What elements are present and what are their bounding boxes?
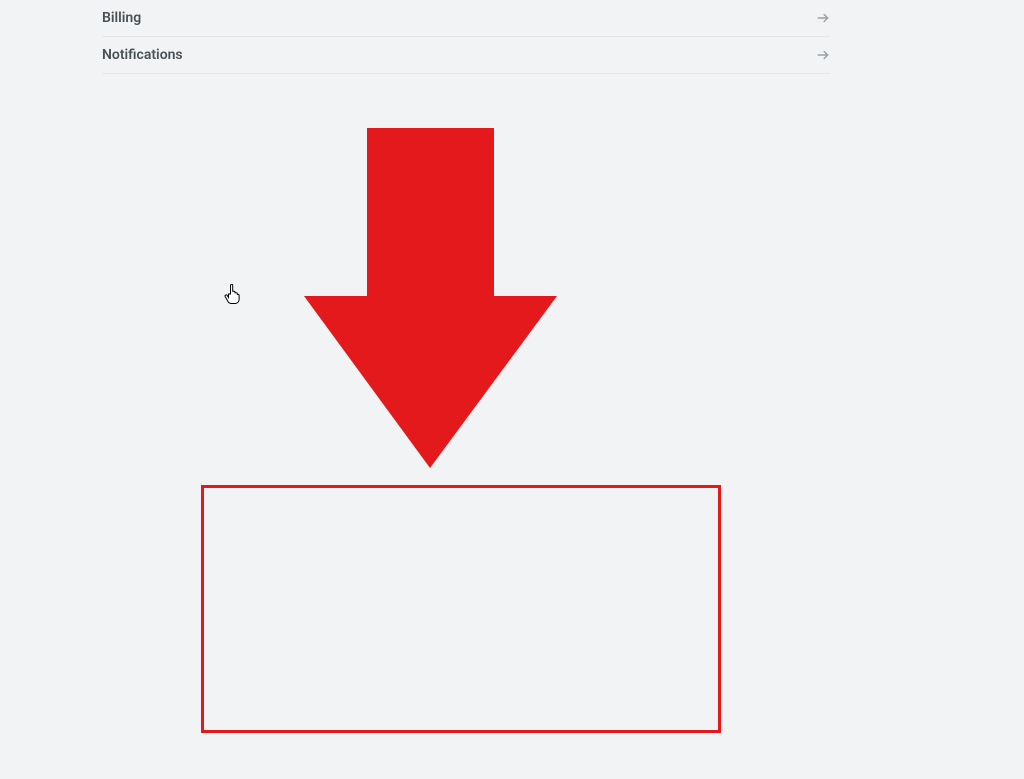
annotation-highlight-box xyxy=(201,485,721,733)
settings-row-notifications[interactable]: Notifications xyxy=(102,36,830,74)
pointer-cursor-icon xyxy=(224,284,240,308)
settings-label: Billing xyxy=(102,10,141,26)
settings-list: Billing Notifications xyxy=(102,0,830,74)
settings-label: Notifications xyxy=(102,47,183,63)
chevron-right-icon xyxy=(816,48,830,62)
chevron-right-icon xyxy=(816,11,830,25)
settings-row-billing[interactable]: Billing xyxy=(102,0,830,37)
annotation-arrow-down-icon xyxy=(304,128,557,472)
